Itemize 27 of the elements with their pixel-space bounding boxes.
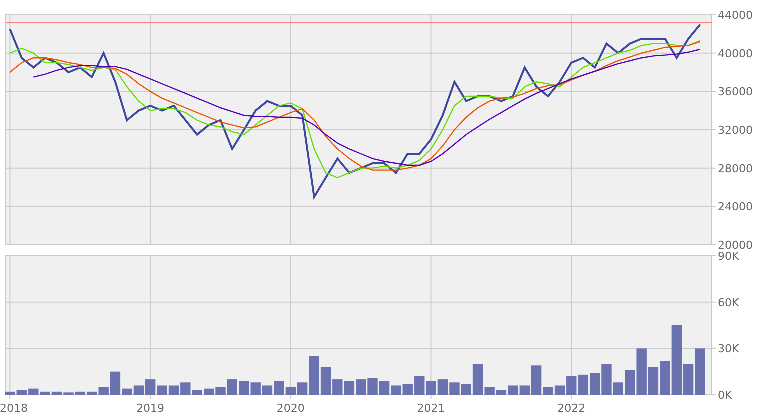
volume-bar <box>239 381 250 395</box>
axis-tick-label: 2022 <box>558 402 586 415</box>
axis-tick-label: 2021 <box>417 402 446 415</box>
axis-tick-label: 2018 <box>0 402 28 415</box>
axis-tick-label: 2020 <box>276 402 305 415</box>
volume-bar <box>450 382 460 395</box>
volume-bar <box>356 380 366 395</box>
volume-bar <box>438 380 448 395</box>
axis-tick-label: 20000 <box>718 239 753 250</box>
axis-tick-label: 0K <box>718 389 732 402</box>
volume-bar <box>426 381 436 395</box>
volume-bar <box>414 376 425 395</box>
axis-tick-label: 40000 <box>718 47 753 60</box>
axis-tick-label: 2019 <box>136 402 165 415</box>
volume-bar <box>402 384 413 395</box>
volume-bar <box>250 382 261 395</box>
axis-tick-label: 24000 <box>718 200 753 214</box>
axis-tick-label: 28000 <box>718 162 753 176</box>
volume-bar <box>368 378 378 395</box>
axis-tick-label: 44000 <box>718 9 753 22</box>
axis-tick-label: 36000 <box>718 86 753 99</box>
volume-bar <box>578 374 588 395</box>
axis-tick-label: 30K <box>718 342 740 356</box>
axis-tick-label: 60K <box>718 296 740 310</box>
axis-tick-label: 90K <box>718 250 740 263</box>
axis-tick-label: 32000 <box>718 124 753 137</box>
volume-bar <box>344 381 355 395</box>
